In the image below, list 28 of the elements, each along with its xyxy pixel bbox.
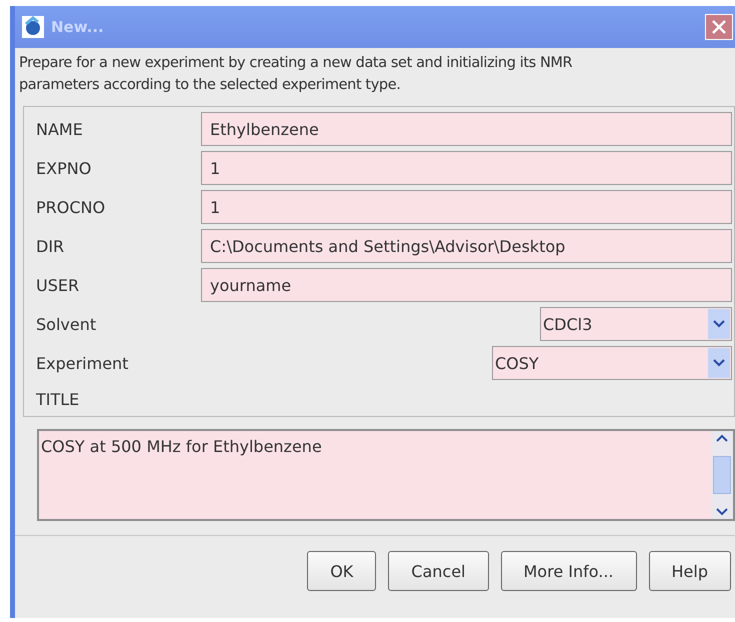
close-icon	[711, 19, 727, 35]
window-title: New...	[51, 18, 105, 36]
close-button[interactable]	[705, 14, 733, 40]
field-label: EXPNO	[36, 158, 92, 178]
dialog-button[interactable]: Cancel	[388, 551, 488, 591]
text-field[interactable]: 1	[201, 190, 732, 224]
app-icon	[21, 15, 45, 39]
chevron-down-icon[interactable]	[712, 319, 726, 329]
dropdown[interactable]: CDCl3	[540, 307, 732, 341]
field-label: USER	[36, 276, 80, 294]
description-text: Prepare for a new experiment by creating a new data set and initializing its NMR parameters according to the selected experiment type.	[18, 54, 574, 95]
field-label: DIR	[36, 236, 66, 256]
dropdown[interactable]: COSY	[492, 346, 732, 380]
field-label: Experiment	[36, 354, 130, 372]
text-field[interactable]: Ethylbenzene	[201, 112, 732, 146]
dialog-button[interactable]: OK	[307, 551, 376, 591]
title-text-area[interactable]: COSY at 500 MHz for Ethylbenzene	[37, 429, 735, 521]
field-label: Solvent	[36, 314, 98, 334]
field-label: TITLE	[36, 390, 80, 408]
dialog-button[interactable]: More Info...	[500, 551, 637, 591]
text-field[interactable]: C:\Documents and Settings\Advisor\Desktop	[201, 229, 732, 263]
dialog-button[interactable]: Help	[648, 551, 731, 591]
text-field[interactable]: yourname	[201, 268, 732, 302]
scrollbar[interactable]	[711, 431, 733, 519]
text-field[interactable]: 1	[201, 151, 732, 185]
field-label: PROCNO	[36, 198, 106, 216]
field-label: NAME	[36, 120, 84, 138]
chevron-down-icon[interactable]	[712, 358, 726, 368]
